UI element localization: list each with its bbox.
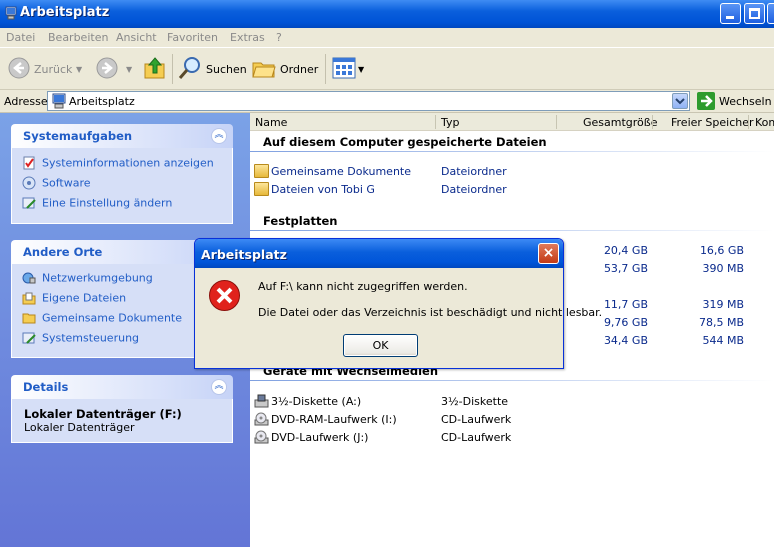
address-dropdown-button[interactable] <box>672 93 688 109</box>
back-dropdown-icon[interactable]: ▼ <box>76 65 82 74</box>
system-tasks-header[interactable]: Systemaufgaben ︽ <box>11 124 233 148</box>
dialog-close-button[interactable]: × <box>538 243 559 264</box>
back-label: Zurück <box>34 63 73 76</box>
title-bar[interactable]: Arbeitsplatz <box>0 0 774 28</box>
task-software[interactable]: Software <box>22 176 91 190</box>
folders-button[interactable]: Ordner <box>252 48 318 90</box>
address-value: Arbeitsplatz <box>69 95 135 108</box>
toolbar: Zurück ▼ ▼ Suchen Ordner ▼ <box>0 48 774 90</box>
my-computer-icon <box>5 6 17 20</box>
menu-help[interactable]: ? <box>276 31 282 44</box>
folder-icon <box>254 182 269 196</box>
other-places-title: Andere Orte <box>23 245 103 259</box>
menu-datei[interactable]: Datei <box>6 31 35 44</box>
column-type[interactable]: Typ <box>441 116 460 129</box>
back-button[interactable]: Zurück ▼ <box>6 48 84 90</box>
address-input[interactable]: Arbeitsplatz <box>47 91 690 111</box>
place-network[interactable]: Netzwerkumgebung <box>22 271 153 285</box>
views-button[interactable]: ▼ <box>332 48 368 90</box>
folder-icon <box>22 313 36 324</box>
cd-drive-icon <box>254 412 269 426</box>
address-bar: Adresse Arbeitsplatz Wechseln z <box>0 90 774 113</box>
place-my-documents[interactable]: Eigene Dateien <box>22 291 126 305</box>
folders-label: Ordner <box>280 63 319 76</box>
back-arrow-icon <box>8 57 30 79</box>
details-name: Lokaler Datenträger (F:) <box>24 407 182 421</box>
list-item[interactable]: Gemeinsame Dokumente Dateiordner <box>250 163 774 181</box>
minimize-button[interactable] <box>720 3 741 24</box>
folder-up-icon <box>144 57 165 79</box>
collapse-chevron-icon[interactable]: ︽ <box>211 379 227 395</box>
details-panel: Details ︽ Lokaler Datenträger (F:) Lokal… <box>11 375 233 443</box>
go-button[interactable] <box>697 92 715 110</box>
go-arrow-icon <box>701 95 713 107</box>
toolbar-separator <box>172 54 173 84</box>
maximize-button[interactable] <box>744 3 765 24</box>
views-icon <box>332 57 356 79</box>
search-icon <box>178 57 200 79</box>
window-title: Arbeitsplatz <box>20 5 110 20</box>
folder-icon <box>254 164 269 178</box>
search-button[interactable]: Suchen <box>178 48 247 90</box>
list-item[interactable]: DVD-Laufwerk (J:) CD-Laufwerk <box>250 429 774 447</box>
folders-icon <box>252 62 276 78</box>
forward-button[interactable]: ▼ <box>94 48 134 90</box>
menu-favoriten[interactable]: Favoriten <box>167 31 218 44</box>
group-hard-disks: Festplatten <box>263 214 338 228</box>
task-system-info[interactable]: Systeminformationen anzeigen <box>22 156 214 170</box>
group-divider <box>250 151 774 152</box>
my-documents-icon <box>22 292 36 305</box>
control-panel-icon <box>22 332 36 344</box>
column-name[interactable]: Name <box>255 116 287 129</box>
menu-bearbeiten[interactable]: Bearbeiten <box>48 31 108 44</box>
address-label: Adresse <box>4 95 48 108</box>
details-type: Lokaler Datenträger <box>24 421 135 434</box>
group-stored-files: Auf diesem Computer gespeicherte Dateien <box>263 135 547 149</box>
my-computer-icon <box>52 93 66 109</box>
error-icon <box>209 280 240 311</box>
software-icon <box>22 176 36 190</box>
list-item[interactable]: DVD-RAM-Laufwerk (I:) CD-Laufwerk <box>250 411 774 429</box>
column-comment[interactable]: Kom <box>755 116 774 129</box>
list-item[interactable]: 3½-Diskette (A:) 3½-Diskette <box>250 393 774 411</box>
dialog-title: Arbeitsplatz <box>201 247 287 262</box>
column-total-size[interactable]: Gesamtgröße <box>583 116 657 129</box>
dialog-title-bar[interactable]: Arbeitsplatz × <box>195 239 563 268</box>
place-shared-documents[interactable]: Gemeinsame Dokumente <box>22 311 182 325</box>
go-label[interactable]: Wechseln z <box>719 95 774 108</box>
chevron-down-icon <box>675 98 685 105</box>
control-panel-icon <box>22 197 36 209</box>
error-dialog: Arbeitsplatz × Auf F:\ kann nicht zugegr… <box>194 238 602 369</box>
floppy-drive-icon <box>254 394 269 408</box>
list-item[interactable]: Dateien von Tobi G Dateiordner <box>250 181 774 199</box>
views-dropdown-icon[interactable]: ▼ <box>358 65 364 74</box>
menu-extras[interactable]: Extras <box>230 31 265 44</box>
explorer-window: Arbeitsplatz Datei Bearbeiten Ansicht Fa… <box>0 0 774 547</box>
search-label: Suchen <box>206 63 247 76</box>
details-title: Details <box>23 380 69 394</box>
cd-drive-icon <box>254 430 269 444</box>
dialog-message-line1: Auf F:\ kann nicht zugegriffen werden. <box>258 280 468 293</box>
details-header[interactable]: Details ︽ <box>11 375 233 399</box>
network-icon <box>22 272 36 284</box>
dialog-message-line2: Die Datei oder das Verzeichnis ist besch… <box>258 306 603 319</box>
up-button[interactable] <box>143 48 168 90</box>
forward-dropdown-icon[interactable]: ▼ <box>126 65 132 74</box>
close-button[interactable] <box>767 3 774 24</box>
menu-bar: Datei Bearbeiten Ansicht Favoriten Extra… <box>0 28 774 76</box>
forward-arrow-icon <box>96 57 118 79</box>
ok-button[interactable]: OK <box>343 334 418 357</box>
column-header: Name Typ Gesamtgröße Freier Speicher Kom <box>250 113 774 131</box>
column-free-space[interactable]: Freier Speicher <box>671 116 754 129</box>
system-info-icon <box>23 156 35 170</box>
collapse-chevron-icon[interactable]: ︽ <box>211 128 227 144</box>
group-divider <box>250 230 774 231</box>
menu-ansicht[interactable]: Ansicht <box>116 31 157 44</box>
place-control-panel[interactable]: Systemsteuerung <box>22 331 139 345</box>
group-divider <box>250 380 774 381</box>
system-tasks-title: Systemaufgaben <box>23 129 133 143</box>
system-tasks-panel: Systemaufgaben ︽ Systeminformationen anz… <box>11 124 233 224</box>
task-change-setting[interactable]: Eine Einstellung ändern <box>22 196 172 210</box>
toolbar-separator <box>325 54 326 84</box>
